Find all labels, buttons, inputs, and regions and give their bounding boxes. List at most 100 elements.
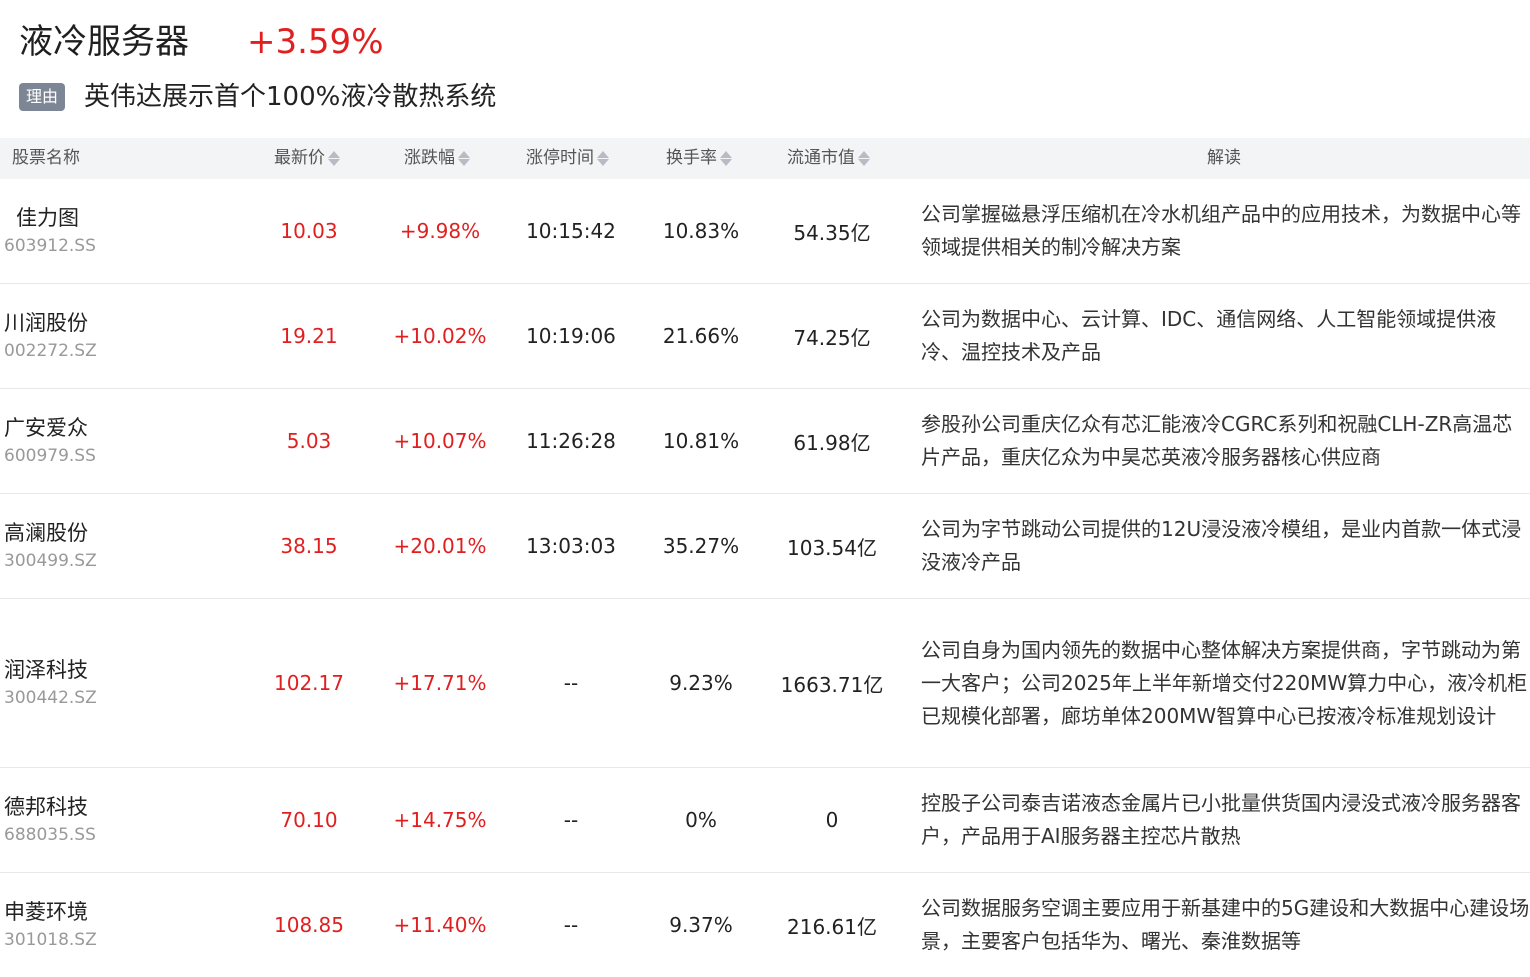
stock-code: 600979.SS — [4, 446, 96, 466]
sort-icon[interactable] — [720, 150, 732, 167]
price-cell: 5.03 — [286, 429, 332, 453]
market-cap-cell: 0 — [825, 808, 839, 832]
price-cell: 19.21 — [280, 324, 338, 348]
change-cell: +10.07% — [393, 429, 487, 453]
turnover-cell: 9.23% — [669, 671, 733, 695]
sort-icon[interactable] — [458, 150, 470, 167]
turnover-cell: 10.81% — [662, 429, 740, 453]
stock-code: 688035.SS — [4, 825, 96, 845]
change-cell: +14.75% — [393, 808, 487, 832]
interpretation-cell: 控股子公司泰吉诺液态金属片已小批量供货国内浸没式液冷服务器客户，产品用于AI服务… — [921, 768, 1530, 872]
table-row[interactable]: 润泽科技 300442.SZ 102.17 +17.71% -- 9.23% 1… — [0, 599, 1530, 768]
table-row[interactable]: 川润股份 002272.SZ 19.21 +10.02% 10:19:06 21… — [0, 284, 1530, 389]
sector-change: +3.59% — [247, 22, 384, 62]
table-row[interactable]: 高澜股份 300499.SZ 38.15 +20.01% 13:03:03 35… — [0, 494, 1530, 599]
turnover-cell: 0% — [685, 808, 717, 832]
table-row[interactable]: 申菱环境 301018.SZ 108.85 +11.40% -- 9.37% 2… — [0, 873, 1530, 977]
stock-table: 股票名称 最新价 涨跌幅 涨停时间 换手率 流通市值 解读 佳力图 603912… — [0, 138, 1530, 977]
stock-code: 300442.SZ — [4, 688, 97, 708]
header-interpretation: 解读 — [1207, 138, 1241, 179]
turnover-cell: 35.27% — [662, 534, 740, 558]
sector-header: 液冷服务器 +3.59% — [19, 18, 384, 66]
interpretation-text: 公司自身为国内领先的数据中心整体解决方案提供商，字节跳动为第一大客户；公司202… — [921, 637, 1528, 728]
header-limit-time-label: 涨停时间 — [526, 148, 594, 168]
interpretation-cell: 公司数据服务空调主要应用于新基建中的5G建设和大数据中心建设场景，主要客户包括华… — [921, 873, 1530, 977]
change-cell: +20.01% — [393, 534, 487, 558]
stock-code: 002272.SZ — [4, 341, 97, 361]
interpretation-cell: 公司自身为国内领先的数据中心整体解决方案提供商，字节跳动为第一大客户；公司202… — [921, 599, 1530, 767]
sort-icon[interactable] — [328, 150, 340, 167]
stock-code: 300499.SZ — [4, 551, 97, 571]
stock-name-cell[interactable]: 佳力图 603912.SS — [4, 179, 96, 283]
market-cap-cell: 1663.71亿 — [780, 672, 884, 697]
stock-name[interactable]: 川润股份 — [4, 308, 97, 338]
stock-name-cell[interactable]: 德邦科技 688035.SS — [4, 768, 96, 872]
stock-code: 301018.SZ — [4, 930, 97, 950]
table-row[interactable]: 佳力图 603912.SS 10.03 +9.98% 10:15:42 10.8… — [0, 179, 1530, 284]
header-stock-name-label: 股票名称 — [12, 148, 80, 168]
limit-time-cell: 13:03:03 — [526, 534, 616, 558]
market-cap-cell: 103.54亿 — [787, 535, 877, 560]
stock-name[interactable]: 申菱环境 — [4, 897, 97, 927]
interpretation-text: 参股孙公司重庆亿众有芯汇能液冷CGRC系列和祝融CLH-ZR高温芯片产品，重庆亿… — [921, 412, 1513, 469]
stock-name-cell[interactable]: 申菱环境 301018.SZ — [4, 873, 97, 977]
header-change[interactable]: 涨跌幅 — [404, 138, 470, 179]
table-row[interactable]: 广安爱众 600979.SS 5.03 +10.07% 11:26:28 10.… — [0, 389, 1530, 494]
turnover-cell: 9.37% — [669, 913, 733, 937]
stock-name[interactable]: 佳力图 — [16, 203, 96, 233]
header-price-label: 最新价 — [274, 148, 325, 168]
change-cell: +10.02% — [393, 324, 487, 348]
reason-badge: 理由 — [19, 83, 66, 111]
turnover-cell: 21.66% — [662, 324, 740, 348]
price-cell: 108.85 — [274, 913, 344, 937]
limit-time-cell: 11:26:28 — [526, 429, 616, 453]
header-price[interactable]: 最新价 — [274, 138, 340, 179]
header-interpretation-label: 解读 — [1207, 148, 1241, 168]
header-market-cap[interactable]: 流通市值 — [787, 138, 870, 179]
turnover-cell: 10.83% — [662, 219, 740, 243]
stock-name[interactable]: 润泽科技 — [4, 655, 97, 685]
interpretation-text: 公司为数据中心、云计算、IDC、通信网络、人工智能领域提供液冷、温控技术及产品 — [921, 307, 1497, 364]
change-cell: +17.71% — [393, 671, 487, 695]
limit-time-cell: -- — [563, 913, 579, 937]
stock-name-cell[interactable]: 润泽科技 300442.SZ — [4, 599, 97, 767]
header-turnover-label: 换手率 — [666, 148, 717, 168]
stock-name[interactable]: 广安爱众 — [4, 413, 96, 443]
header-change-label: 涨跌幅 — [404, 148, 455, 168]
stock-name-cell[interactable]: 高澜股份 300499.SZ — [4, 494, 97, 598]
limit-time-cell: -- — [563, 671, 579, 695]
change-cell: +11.40% — [393, 913, 487, 937]
stock-name[interactable]: 德邦科技 — [4, 792, 96, 822]
interpretation-cell: 公司掌握磁悬浮压缩机在冷水机组产品中的应用技术，为数据中心等领域提供相关的制冷解… — [921, 179, 1530, 283]
stock-name[interactable]: 高澜股份 — [4, 518, 97, 548]
reason-row: 理由 英伟达展示首个100%液冷散热系统 — [19, 80, 496, 114]
interpretation-text: 公司为字节跳动公司提供的12U浸没液冷模组，是业内首款一体式浸没液冷产品 — [921, 517, 1522, 574]
interpretation-text: 公司数据服务空调主要应用于新基建中的5G建设和大数据中心建设场景，主要客户包括华… — [921, 896, 1530, 953]
table-row[interactable]: 德邦科技 688035.SS 70.10 +14.75% -- 0% 0 控股子… — [0, 768, 1530, 873]
market-cap-cell: 216.61亿 — [787, 914, 877, 939]
header-stock-name: 股票名称 — [12, 138, 80, 179]
interpretation-cell: 参股孙公司重庆亿众有芯汇能液冷CGRC系列和祝融CLH-ZR高温芯片产品，重庆亿… — [921, 389, 1530, 493]
market-cap-cell: 74.25亿 — [793, 325, 871, 350]
change-cell: +9.98% — [399, 219, 481, 243]
header-limit-time[interactable]: 涨停时间 — [526, 138, 609, 179]
limit-time-cell: -- — [563, 808, 579, 832]
stock-name-cell[interactable]: 广安爱众 600979.SS — [4, 389, 96, 493]
price-cell: 38.15 — [280, 534, 338, 558]
table-header: 股票名称 最新价 涨跌幅 涨停时间 换手率 流通市值 解读 — [0, 138, 1530, 179]
price-cell: 70.10 — [280, 808, 338, 832]
sort-icon[interactable] — [597, 150, 609, 167]
interpretation-text: 公司掌握磁悬浮压缩机在冷水机组产品中的应用技术，为数据中心等领域提供相关的制冷解… — [921, 202, 1521, 259]
market-cap-cell: 54.35亿 — [793, 220, 871, 245]
interpretation-cell: 公司为数据中心、云计算、IDC、通信网络、人工智能领域提供液冷、温控技术及产品 — [921, 284, 1530, 388]
limit-time-cell: 10:15:42 — [526, 219, 616, 243]
price-cell: 102.17 — [274, 671, 344, 695]
limit-time-cell: 10:19:06 — [526, 324, 616, 348]
reason-text: 英伟达展示首个100%液冷散热系统 — [84, 82, 497, 112]
stock-name-cell[interactable]: 川润股份 002272.SZ — [4, 284, 97, 388]
sort-icon[interactable] — [858, 150, 870, 167]
header-turnover[interactable]: 换手率 — [666, 138, 732, 179]
interpretation-text: 控股子公司泰吉诺液态金属片已小批量供货国内浸没式液冷服务器客户，产品用于AI服务… — [921, 791, 1521, 848]
market-cap-cell: 61.98亿 — [793, 430, 871, 455]
interpretation-cell: 公司为字节跳动公司提供的12U浸没液冷模组，是业内首款一体式浸没液冷产品 — [921, 494, 1530, 598]
